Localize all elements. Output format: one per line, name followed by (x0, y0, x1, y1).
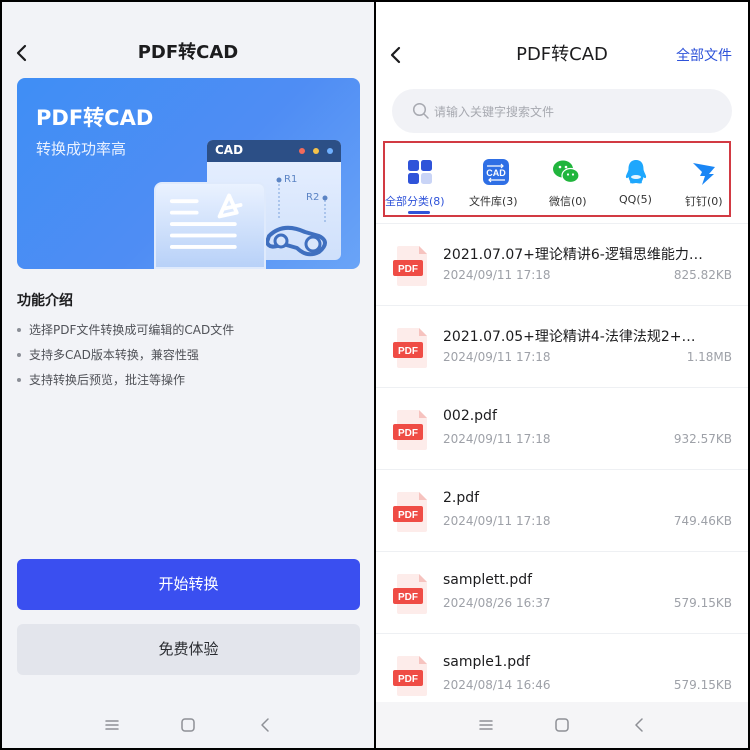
pdf-badge-text: PDF (398, 428, 418, 439)
home-icon[interactable] (178, 715, 198, 735)
tab-qq[interactable]: QQ(5) (613, 143, 659, 215)
file-row[interactable]: PDF 2.pdf 2024/09/11 17:18 749.46KB (376, 469, 748, 551)
svg-text:CAD: CAD (486, 168, 506, 178)
file-row[interactable]: PDF 2021.07.07+理论精讲6-逻辑思维能力… 2024/09/11 … (376, 223, 748, 305)
back-icon[interactable] (630, 715, 650, 735)
file-size: 825.82KB (673, 268, 732, 282)
page-title: PDF转CAD (137, 42, 239, 63)
system-nav-bar (2, 702, 374, 748)
banner-title: PDF转CAD (36, 106, 154, 130)
feature-item: 支持多CAD版本转换，兼容性强 (17, 347, 234, 372)
search-icon (412, 102, 429, 119)
file-row[interactable]: PDF 2021.07.05+理论精讲4-法律法规2+… 2024/09/11 … (376, 305, 748, 387)
tab-label: 钉钉(0) (685, 195, 723, 208)
file-row[interactable]: PDF 002.pdf 2024/09/11 17:18 932.57KB (376, 387, 748, 469)
document-lines-icon (169, 193, 243, 249)
pdf-badge-text: PDF (398, 510, 418, 521)
search-placeholder: 请输入关键字搜索文件 (434, 105, 555, 119)
qq-icon (625, 160, 647, 184)
banner-subtitle: 转换成功率高 (36, 140, 127, 158)
tab-file-library[interactable]: CAD 文件库(3) (469, 143, 525, 215)
promo-banner: PDF转CAD 转换成功率高 CAD R1 R2 (17, 78, 360, 269)
file-date: 2024/09/11 17:18 (443, 350, 551, 364)
tab-label: 文件库(3) (469, 195, 518, 208)
pdf-file-icon: PDF (393, 574, 427, 614)
pdf-file-icon: PDF (393, 246, 427, 286)
file-date: 2024/08/26 16:37 (443, 596, 551, 610)
tab-wechat[interactable]: 微信(0) (543, 143, 593, 215)
menu-icon[interactable] (476, 715, 496, 735)
system-nav-bar (376, 702, 748, 748)
search-bar[interactable]: 请输入关键字搜索文件 (392, 89, 732, 133)
tab-label: QQ(5) (619, 193, 652, 206)
file-name: 002.pdf (443, 408, 497, 424)
free-trial-button[interactable]: 免费体验 (17, 624, 360, 675)
file-name: sample1.pdf (443, 654, 530, 670)
all-files-link[interactable]: 全部文件 (676, 45, 732, 65)
tab-label: 全部分类(8) (385, 195, 445, 208)
tab-dingtalk[interactable]: 钉钉(0) (681, 143, 729, 215)
pdf-file-icon: PDF (393, 656, 427, 696)
pdf-file-icon: PDF (393, 492, 427, 532)
pdf-badge-text: PDF (398, 264, 418, 275)
pdf-badge-text: PDF (398, 592, 418, 603)
file-size: 1.18MB (686, 350, 732, 364)
source-category-tabs: 全部分类(8) CAD 文件库(3) 微信(0) QQ(5) 钉钉(0) (383, 141, 731, 217)
dingtalk-icon (693, 163, 715, 185)
start-convert-button[interactable]: 开始转换 (17, 559, 360, 610)
file-name: samplett.pdf (443, 572, 533, 588)
document-illustration (154, 182, 266, 269)
cad-library-icon: CAD (483, 159, 509, 185)
file-row[interactable]: PDF samplett.pdf 2024/08/26 16:37 579.15… (376, 551, 748, 633)
file-size: 579.15KB (673, 596, 732, 610)
feature-item: 选择PDF文件转换成可编辑的CAD文件 (17, 322, 234, 347)
grid-icon (408, 160, 432, 184)
file-date: 2024/09/11 17:18 (443, 268, 551, 282)
feature-item: 支持转换后预览，批注等操作 (17, 372, 234, 397)
file-date: 2024/09/11 17:18 (443, 514, 551, 528)
file-name: 2021.07.07+理论精讲6-逻辑思维能力… (443, 247, 703, 263)
file-name: 2021.07.05+理论精讲4-法律法规2+… (443, 329, 696, 345)
file-name: 2.pdf (443, 490, 480, 506)
features-list: 选择PDF文件转换成可编辑的CAD文件 支持多CAD版本转换，兼容性强 支持转换… (17, 322, 234, 397)
file-date: 2024/09/11 17:18 (443, 432, 551, 446)
pdf-badge-text: PDF (398, 346, 418, 357)
screenshot-frame: PDF转CAD PDF转CAD 转换成功率高 CAD R1 R2 功能介绍 选择… (0, 0, 750, 750)
pdf-file-icon: PDF (393, 328, 427, 368)
home-icon[interactable] (552, 715, 572, 735)
pdf-file-icon: PDF (393, 410, 427, 450)
wechat-icon (553, 160, 580, 184)
features-title: 功能介绍 (17, 293, 73, 309)
left-screen: PDF转CAD PDF转CAD 转换成功率高 CAD R1 R2 功能介绍 选择… (2, 2, 374, 748)
pdf-badge-text: PDF (398, 674, 418, 685)
tab-label: 微信(0) (549, 195, 587, 208)
file-date: 2024/08/14 16:46 (443, 678, 551, 692)
selected-tab-indicator (408, 211, 430, 214)
back-icon[interactable] (256, 715, 276, 735)
menu-icon[interactable] (102, 715, 122, 735)
tab-all-categories[interactable]: 全部分类(8) (385, 143, 455, 215)
file-size: 932.57KB (673, 432, 732, 446)
file-size: 579.15KB (673, 678, 732, 692)
right-screen: PDF转CAD 全部文件 请输入关键字搜索文件 全部分类(8) CAD 文件库(… (376, 2, 748, 748)
file-size: 749.46KB (673, 514, 732, 528)
